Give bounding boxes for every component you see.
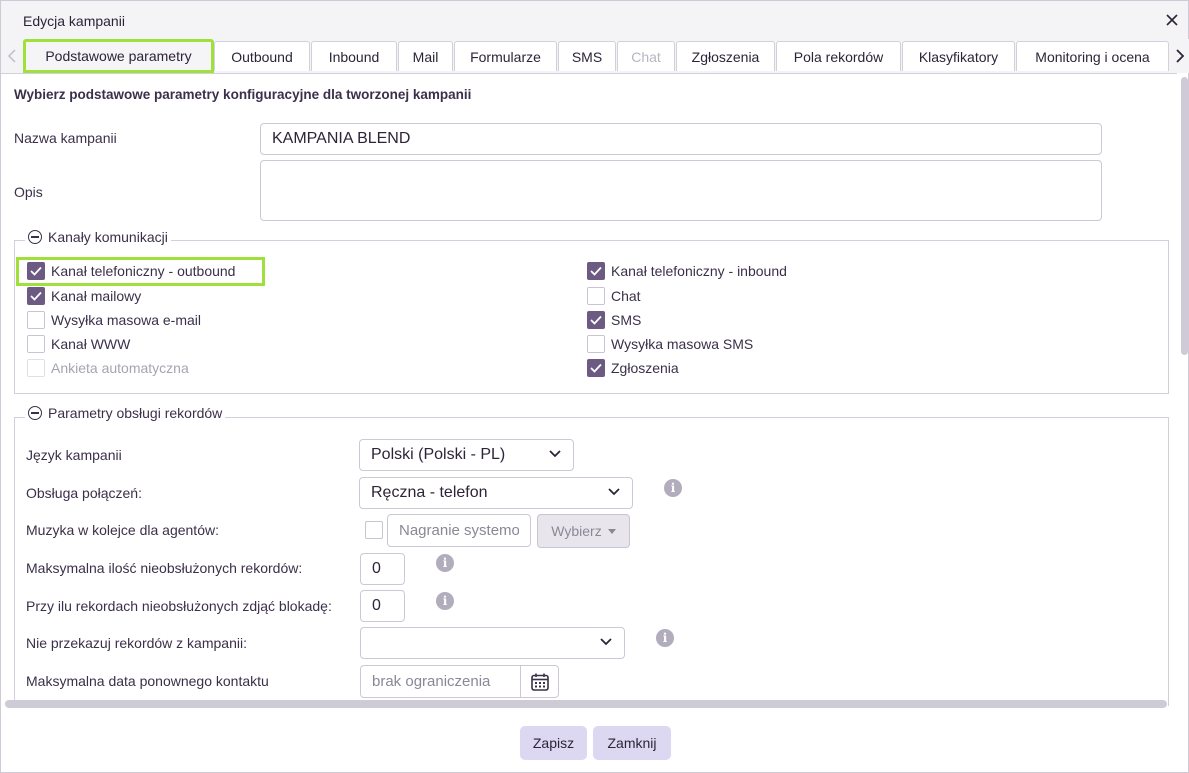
close-icon[interactable] <box>1164 12 1180 28</box>
tab-outbound[interactable]: Outbound <box>214 41 310 71</box>
max-date-input[interactable]: brak ograniczenia <box>360 665 521 698</box>
description-textarea[interactable] <box>260 160 1102 221</box>
tab-content: Wybierz podstawowe parametry konfiguracy… <box>1 73 1177 706</box>
checkbox-box <box>587 262 605 280</box>
info-icon[interactable]: i <box>656 629 674 647</box>
tab-monitoring-i-ocena[interactable]: Monitoring i ocena <box>1016 41 1169 71</box>
unlock-label: Przy ilu rekordach nieobsłużonych zdjąć … <box>26 598 332 614</box>
checkbox-box <box>587 287 605 305</box>
chevron-down-icon <box>600 638 612 646</box>
max-date-label: Maksymalna data ponownego kontaktu <box>26 673 269 689</box>
tab-inbound[interactable]: Inbound <box>311 41 397 71</box>
calendar-icon <box>530 673 549 691</box>
connection-select[interactable]: Ręczna - telefon <box>359 477 633 509</box>
tabs-scroll-right-icon[interactable] <box>1171 39 1189 73</box>
tab-pola-rekordow[interactable]: Pola rekordów <box>776 41 901 71</box>
tab-zgloszenia[interactable]: Zgłoszenia <box>676 41 775 71</box>
intro-text: Wybierz podstawowe parametry konfiguracy… <box>14 87 472 102</box>
tabs-scroll-left-icon[interactable] <box>3 39 21 73</box>
tab-formularze[interactable]: Formularze <box>454 41 557 71</box>
checkbox-box <box>587 335 605 353</box>
checkbox-mail[interactable]: Kanał mailowy <box>27 287 141 305</box>
checkbox-box <box>587 311 605 329</box>
tab-klasyfikatory[interactable]: Klasyfikatory <box>902 41 1015 71</box>
tab-sms[interactable]: SMS <box>558 41 616 71</box>
calendar-button[interactable] <box>520 665 559 698</box>
checkbox-mass-sms[interactable]: Wysyłka masowa SMS <box>587 335 753 353</box>
connection-label: Obsługa połączeń: <box>26 485 142 501</box>
horizontal-scrollbar[interactable] <box>3 699 1169 711</box>
checkbox-box <box>27 287 45 305</box>
tab-podstawowe-parametry[interactable]: Podstawowe parametry <box>23 39 214 73</box>
music-label: Muzyka w kolejce dla agentów: <box>26 522 219 538</box>
checkbox-mass-email[interactable]: Wysyłka masowa e-mail <box>27 311 201 329</box>
info-icon[interactable]: i <box>664 479 682 497</box>
channels-legend: Kanały komunikacji <box>25 229 171 245</box>
campaign-edit-dialog: Edycja kampanii Podstawowe parametry Out… <box>0 0 1189 773</box>
max-unhandled-label: Maksymalna ilość nieobsłużonych rekordów… <box>26 560 303 576</box>
info-icon[interactable]: i <box>436 554 454 572</box>
checkbox-auto-survey: Ankieta automatyczna <box>27 359 189 377</box>
checkbox-box <box>27 311 45 329</box>
tab-chat: Chat <box>617 41 675 71</box>
music-input[interactable]: Nagranie systemowe <box>387 514 531 547</box>
caret-down-icon <box>607 528 616 534</box>
checkbox-box <box>587 359 605 377</box>
checkbox-inbound[interactable]: Kanał telefoniczny - inbound <box>587 262 787 280</box>
chevron-down-icon <box>608 488 620 496</box>
chevron-down-icon <box>549 450 561 458</box>
checkbox-box <box>27 359 45 377</box>
checkbox-box <box>27 335 45 353</box>
tab-mail[interactable]: Mail <box>398 41 453 71</box>
collapse-minus-icon[interactable] <box>28 230 42 244</box>
info-icon[interactable]: i <box>436 592 454 610</box>
dialog-titlebar: Edycja kampanii <box>1 1 1188 39</box>
unlock-input[interactable]: 0 <box>360 590 405 622</box>
language-select[interactable]: Polski (Polski - PL) <box>359 439 574 471</box>
language-label: Język kampanii <box>26 447 122 463</box>
close-button[interactable]: Zamknij <box>593 726 671 760</box>
scrollbar-thumb[interactable] <box>1181 77 1188 355</box>
checkbox-chat[interactable]: Chat <box>587 287 641 305</box>
checkbox-outbound[interactable]: Kanał telefoniczny - outbound <box>27 262 235 280</box>
records-legend: Parametry obsługi rekordów <box>25 405 226 421</box>
scrollbar-thumb[interactable] <box>5 700 1167 708</box>
campaign-name-label: Nazwa kampanii <box>14 130 117 146</box>
music-choose-button[interactable]: Wybierz <box>537 514 630 548</box>
checkbox-box <box>27 262 45 280</box>
collapse-minus-icon[interactable] <box>28 406 42 420</box>
description-label: Opis <box>14 184 43 200</box>
no-transfer-label: Nie przekazuj rekordów z kampanii: <box>26 635 247 651</box>
tab-bar: Podstawowe parametry Outbound Inbound Ma… <box>1 39 1189 73</box>
checkbox-tickets[interactable]: Zgłoszenia <box>587 359 679 377</box>
music-checkbox[interactable] <box>365 521 383 539</box>
max-unhandled-input[interactable]: 0 <box>360 553 405 585</box>
checkbox-www[interactable]: Kanał WWW <box>27 335 130 353</box>
no-transfer-select[interactable] <box>360 627 625 659</box>
checkbox-sms[interactable]: SMS <box>587 311 641 329</box>
vertical-scrollbar[interactable] <box>1179 73 1189 705</box>
dialog-title: Edycja kampanii <box>23 13 125 29</box>
campaign-name-input[interactable]: KAMPANIA BLEND <box>260 123 1102 155</box>
save-button[interactable]: Zapisz <box>520 726 587 760</box>
